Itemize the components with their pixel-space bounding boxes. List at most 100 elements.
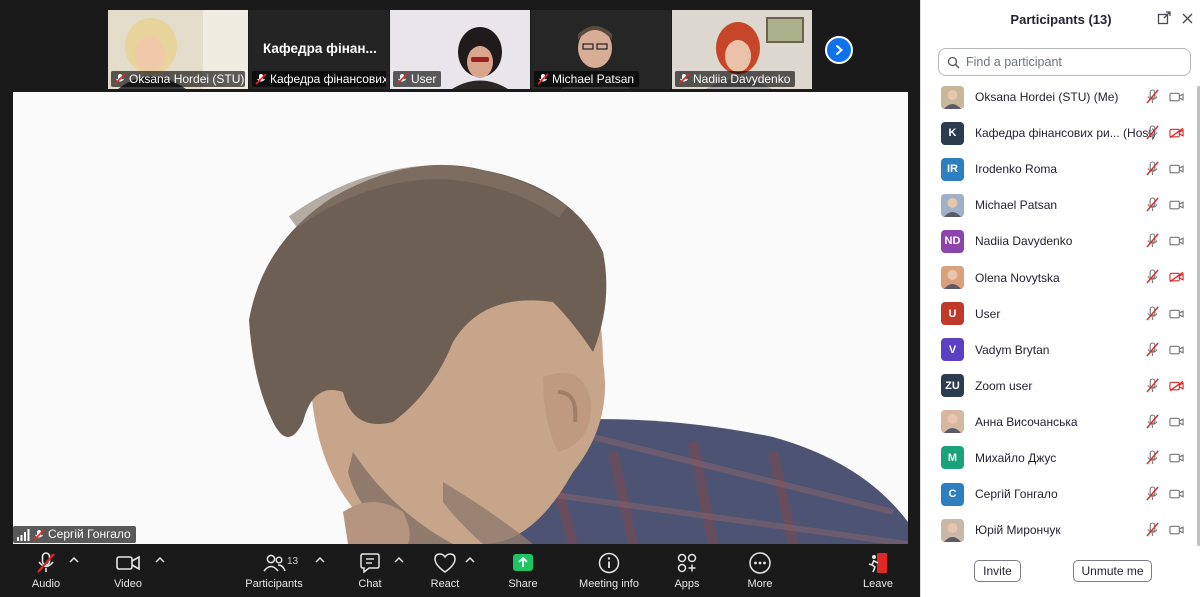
thumbnail-name: Michael Patsan [552,72,635,86]
participant-initials: V [948,343,957,356]
participant-avatar: U [941,302,964,326]
video-camera-icon [1169,90,1184,108]
participant-initials: U [948,307,957,320]
participant-row[interactable]: C Сергій Гонгало [921,476,1200,512]
react-options-caret-icon[interactable] [464,555,476,565]
share-screen-icon [513,554,533,571]
participant-row[interactable]: V Vadym Brytan [921,332,1200,368]
video-camera-icon [1169,307,1184,325]
participants-button[interactable]: Participants [244,544,304,597]
react-button[interactable]: React [427,544,463,597]
thumbnail-user[interactable]: User [390,10,530,89]
thumbnail-michael-patsan[interactable]: Michael Patsan [531,10,671,89]
participant-initials: IR [947,163,958,176]
participant-search [938,48,1191,76]
participant-row[interactable]: ZU Zoom user [921,368,1200,404]
participant-avatar: C [941,482,964,506]
audio-label: Audio [31,578,61,590]
participant-name: Michael Patsan [975,198,1058,213]
close-icon[interactable] [1181,12,1194,25]
thumbnail-oksana-hordei[interactable]: Oksana Hordei (STU) [108,10,248,89]
active-speaker-name: Сергій Гонгало [48,527,131,541]
participants-options-caret-icon[interactable] [314,555,326,565]
thumbnail-name-tag: User [393,71,442,87]
participant-name: Nadiia Davydenko [975,234,1073,249]
participant-row[interactable]: U User [921,296,1200,332]
participant-initials: ND [944,235,961,248]
more-button[interactable]: More [742,544,778,597]
participant-name: Михайло Джус [975,450,1057,465]
muted-mic-icon [1146,197,1159,217]
heart-icon [434,553,456,573]
participant-avatar-photo [941,410,964,434]
unmute-me-button[interactable]: Unmute me [1073,560,1152,582]
video-camera-icon [116,555,140,571]
apps-button[interactable]: Apps [669,544,705,597]
thumbnail-strip: Oksana Hordei (STU) Кафедра фінан... Каф… [108,10,812,89]
participant-avatar: IR [941,157,964,181]
participant-row[interactable]: Юрій Мирончук [921,512,1200,548]
search-icon [947,56,960,68]
invite-button[interactable]: Invite [974,560,1021,582]
participant-initials: ZU [945,379,960,392]
more-label: More [747,578,773,590]
video-camera-icon [1169,234,1184,252]
muted-mic-icon [1146,522,1159,542]
muted-mic-icon [1146,269,1159,289]
muted-mic-icon [255,73,267,85]
chat-button[interactable]: Chat [352,544,388,597]
react-label: React [430,578,460,590]
participant-initials: K [948,127,957,140]
muted-mic-icon [1146,306,1159,326]
muted-mic-icon [1146,378,1159,398]
participant-row[interactable]: Oksana Hordei (STU) (Me) [921,79,1200,115]
participant-name: Кафедра фінансових ри... (Host) [975,126,1156,141]
participant-avatar-photo [941,85,964,109]
apps-label: Apps [674,578,700,590]
leave-button[interactable]: Leave [860,544,896,597]
video-options-caret-icon[interactable] [154,555,166,565]
more-dots-icon [749,552,771,574]
participant-name: Юрій Мирончук [975,523,1061,538]
participants-label: Participants [245,578,303,590]
participant-row[interactable]: IR Irodenko Roma [921,151,1200,187]
thumbnail-name: Nadiia Davydenko [693,72,791,86]
participant-row[interactable]: ND Nadiia Davydenko [921,223,1200,259]
share-button[interactable]: Share [505,544,541,597]
muted-mic-icon [1146,89,1159,109]
chevron-right-icon [836,45,844,55]
participant-row[interactable]: K Кафедра фінансових ри... (Host) [921,115,1200,151]
speaker-video-image [13,92,908,544]
leave-label: Leave [863,578,893,590]
video-button[interactable]: Video [110,544,146,597]
thumbnail-name-tag: Oksana Hordei (STU) [111,71,245,87]
info-icon [598,552,620,574]
chat-label: Chat [358,578,382,590]
muted-mic-icon [678,73,690,85]
panel-footer: Invite Unmute me [921,560,1200,584]
participant-row[interactable]: Olena Novytska [921,259,1200,295]
muted-mic-icon [396,73,408,85]
thumbnail-name-tag: Nadiia Davydenko [675,71,796,87]
pop-out-icon[interactable] [1157,11,1171,25]
participant-search-input[interactable] [966,55,1186,69]
main-video-feed [13,92,908,544]
meeting-info-button[interactable]: Meeting info [576,544,642,597]
participant-avatar: M [941,446,964,470]
participant-avatar: ZU [941,374,964,398]
thumbnail-name: Oksana Hordei (STU) [129,72,245,86]
video-off-icon [1169,379,1184,397]
participant-row[interactable]: Michael Patsan [921,187,1200,223]
thumbnail-nadiia-davydenko[interactable]: Nadiia Davydenko [672,10,812,89]
chat-options-caret-icon[interactable] [393,555,405,565]
participant-row[interactable]: Анна Височанська [921,404,1200,440]
audio-button[interactable]: Audio [28,544,64,597]
audio-options-caret-icon[interactable] [68,555,80,565]
participant-initials: C [948,488,957,501]
participant-avatar-photo [941,193,964,217]
next-page-button[interactable] [825,36,853,64]
share-label: Share [508,578,538,590]
participant-avatar-photo [941,518,964,542]
participant-row[interactable]: M Михайло Джус [921,440,1200,476]
thumbnail-kafedra[interactable]: Кафедра фінан... Кафедра фінансових... [249,10,389,89]
